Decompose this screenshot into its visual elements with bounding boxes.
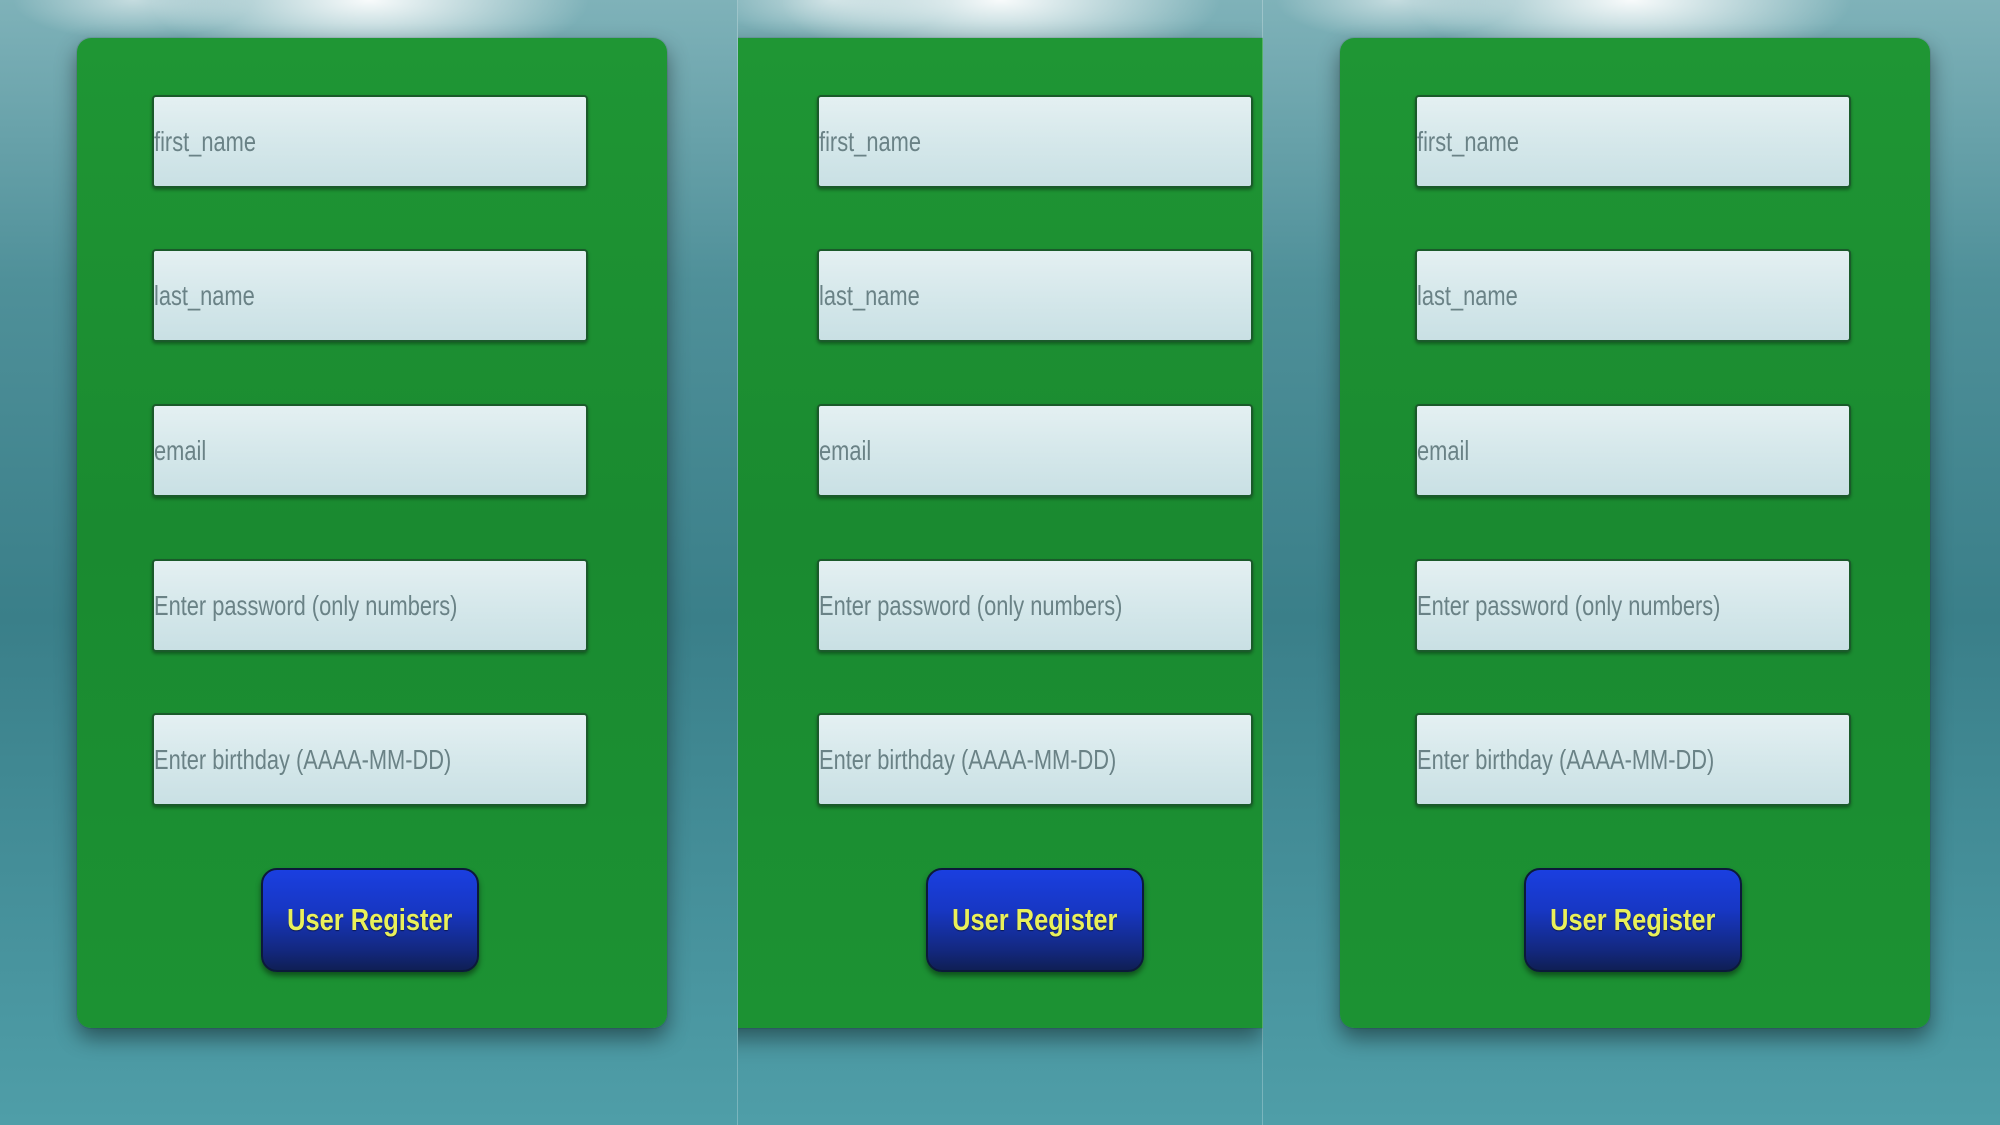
- birthday-field[interactable]: Enter birthday (AAAA-MM-DD): [817, 713, 1253, 806]
- first-name-placeholder: first_name: [154, 125, 256, 157]
- email-field[interactable]: email: [817, 404, 1253, 497]
- user-register-button[interactable]: User Register: [1524, 868, 1742, 972]
- last-name-field[interactable]: last_name: [817, 249, 1253, 342]
- email-field[interactable]: email: [152, 404, 588, 497]
- password-placeholder: Enter password (only numbers): [1417, 589, 1721, 621]
- first-name-field[interactable]: first_name: [817, 95, 1253, 188]
- last-name-placeholder: last_name: [819, 279, 920, 311]
- email-placeholder: email: [1417, 434, 1470, 466]
- birthday-placeholder: Enter birthday (AAAA-MM-DD): [1417, 743, 1715, 775]
- birthday-field[interactable]: Enter birthday (AAAA-MM-DD): [152, 713, 588, 806]
- user-register-label: User Register: [1550, 902, 1716, 937]
- password-field[interactable]: Enter password (only numbers): [817, 559, 1253, 652]
- last-name-field[interactable]: last_name: [152, 249, 588, 342]
- email-placeholder: email: [154, 434, 207, 466]
- email-placeholder: email: [819, 434, 872, 466]
- first-name-placeholder: first_name: [1417, 125, 1519, 157]
- email-field[interactable]: email: [1415, 404, 1851, 497]
- last-name-placeholder: last_name: [154, 279, 255, 311]
- password-field[interactable]: Enter password (only numbers): [152, 559, 588, 652]
- user-register-button[interactable]: User Register: [926, 868, 1144, 972]
- last-name-placeholder: last_name: [1417, 279, 1518, 311]
- registration-card: first_name last_name email Enter passwor…: [77, 38, 667, 1028]
- user-register-label: User Register: [952, 902, 1118, 937]
- registration-card: first_name last_name email Enter passwor…: [1340, 38, 1930, 1028]
- birthday-field[interactable]: Enter birthday (AAAA-MM-DD): [1415, 713, 1851, 806]
- first-name-field[interactable]: first_name: [152, 95, 588, 188]
- password-placeholder: Enter password (only numbers): [819, 589, 1123, 621]
- last-name-field[interactable]: last_name: [1415, 249, 1851, 342]
- birthday-placeholder: Enter birthday (AAAA-MM-DD): [819, 743, 1117, 775]
- form-panel-left: first_name last_name email Enter passwor…: [0, 0, 738, 1125]
- form-panel-middle: first_name last_name email Enter passwor…: [738, 0, 1263, 1125]
- form-panel-right: first_name last_name email Enter passwor…: [1263, 0, 2000, 1125]
- user-register-button[interactable]: User Register: [261, 868, 479, 972]
- first-name-placeholder: first_name: [819, 125, 921, 157]
- first-name-field[interactable]: first_name: [1415, 95, 1851, 188]
- registration-card: first_name last_name email Enter passwor…: [738, 38, 1263, 1028]
- birthday-placeholder: Enter birthday (AAAA-MM-DD): [154, 743, 452, 775]
- password-field[interactable]: Enter password (only numbers): [1415, 559, 1851, 652]
- password-placeholder: Enter password (only numbers): [154, 589, 458, 621]
- user-register-label: User Register: [287, 902, 453, 937]
